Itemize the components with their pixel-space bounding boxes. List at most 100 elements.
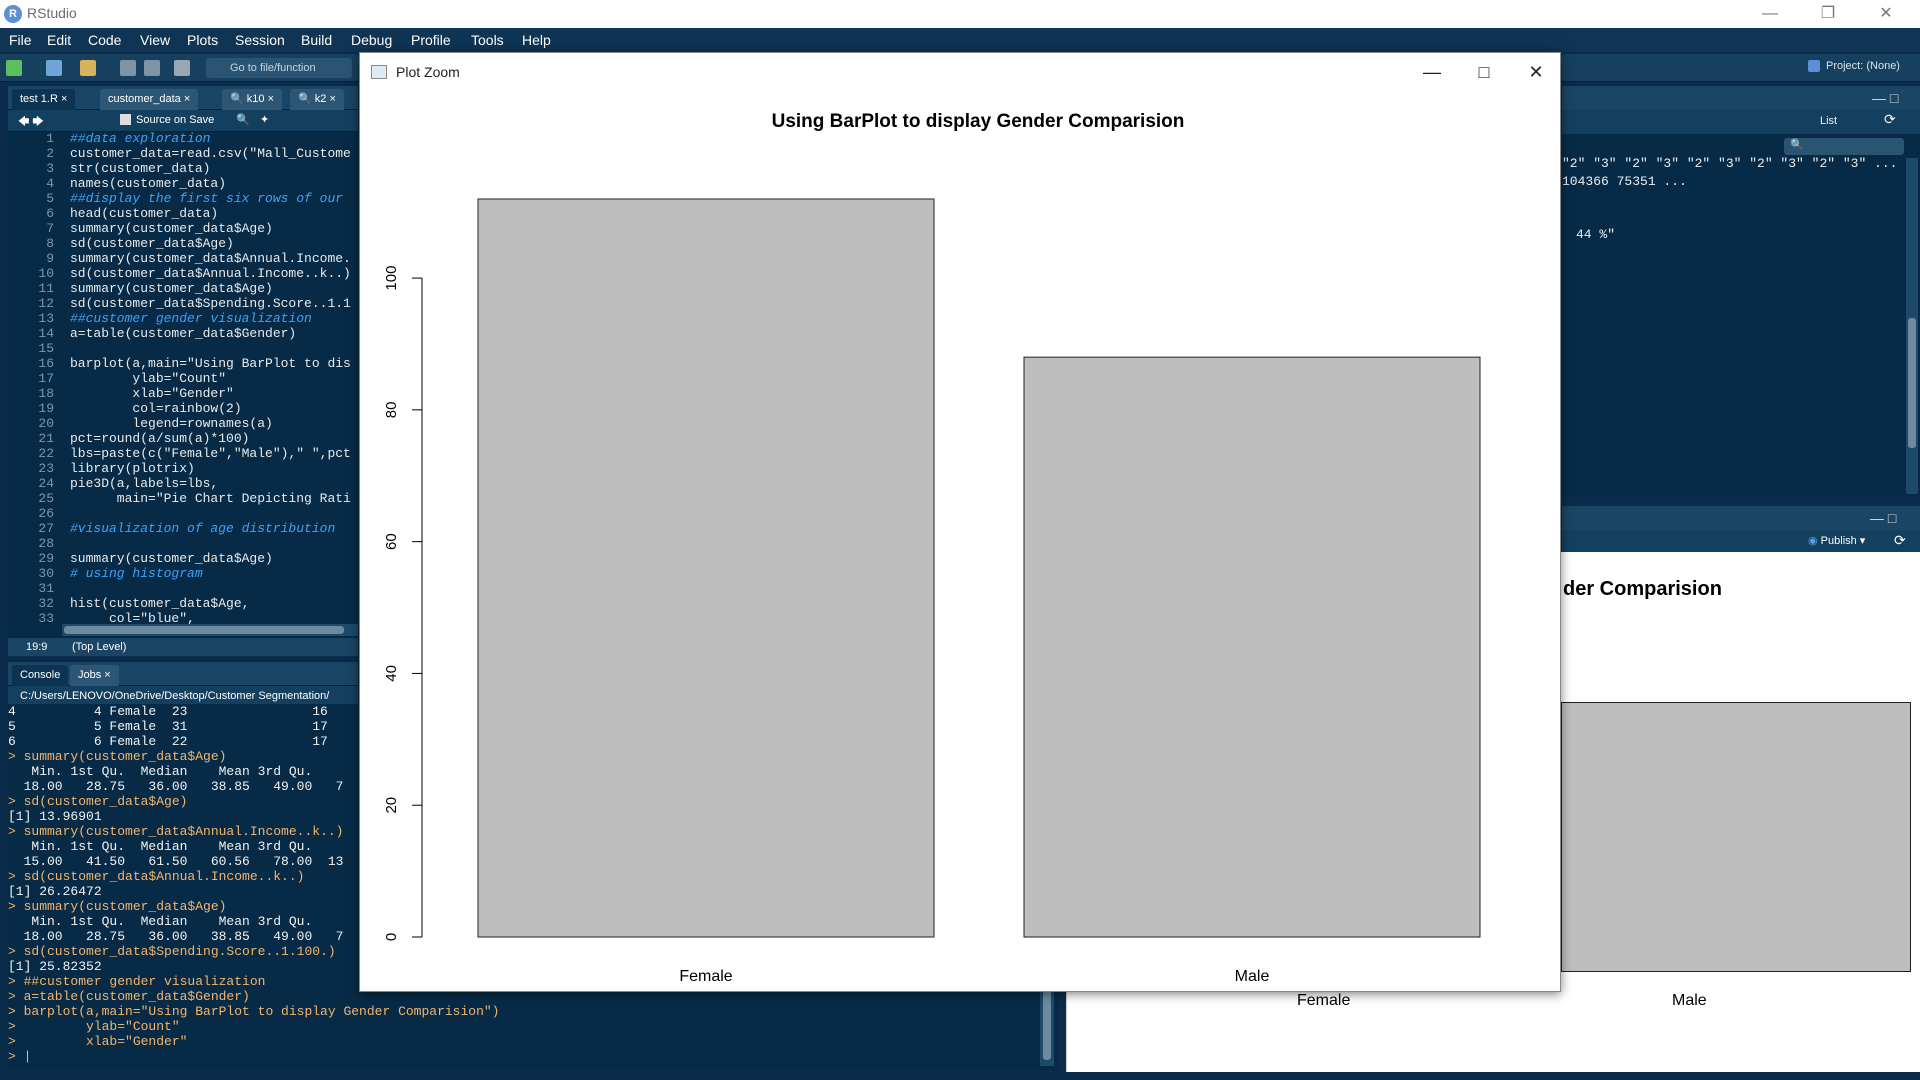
line-number: 10 bbox=[38, 266, 54, 281]
tab-k2[interactable]: 🔍 k2 × bbox=[290, 89, 344, 110]
tab-console[interactable]: Console bbox=[12, 665, 69, 686]
code-line[interactable]: 18 xlab="Gender" bbox=[8, 386, 358, 401]
save-icon[interactable] bbox=[120, 60, 136, 76]
line-number: 18 bbox=[38, 386, 54, 401]
menu-profile[interactable]: Profile bbox=[411, 32, 451, 48]
code-line[interactable]: 8 sd(customer_data$Age) bbox=[8, 236, 358, 251]
menu-build[interactable]: Build bbox=[301, 32, 332, 48]
dialog-minimize-icon[interactable]: — bbox=[1412, 59, 1452, 85]
find-icon[interactable]: 🔍 bbox=[236, 113, 250, 126]
code-line[interactable]: 31 bbox=[8, 581, 358, 596]
menu-help[interactable]: Help bbox=[522, 32, 551, 48]
code-line[interactable]: 22 lbs=paste(c("Female","Male")," ",pct bbox=[8, 446, 358, 461]
code-line[interactable]: 5 ##display the first six rows of our bbox=[8, 191, 358, 206]
close-icon[interactable]: ✕ bbox=[1868, 3, 1904, 25]
code-line[interactable]: 30 # using histogram bbox=[8, 566, 358, 581]
tab-k10[interactable]: 🔍 k10 × bbox=[222, 89, 282, 110]
tab-test1[interactable]: test 1.R × bbox=[12, 89, 76, 110]
menu-view[interactable]: View bbox=[140, 32, 170, 48]
menu-code[interactable]: Code bbox=[88, 32, 121, 48]
line-number: 33 bbox=[38, 611, 54, 625]
code-line[interactable]: 3 str(customer_data) bbox=[8, 161, 358, 176]
code-line[interactable]: 28 bbox=[8, 536, 358, 551]
print-icon[interactable] bbox=[174, 60, 190, 76]
code-line[interactable]: 26 bbox=[8, 506, 358, 521]
minimize-pane-icon[interactable]: — □ bbox=[1872, 90, 1898, 106]
maximize-pane-icon[interactable]: — □ bbox=[1870, 510, 1896, 526]
line-number: 23 bbox=[38, 461, 54, 476]
y-tick-label: 20 bbox=[383, 797, 400, 814]
goto-file-input[interactable]: Go to file/function bbox=[206, 58, 352, 78]
code-line[interactable]: 7 summary(customer_data$Age) bbox=[8, 221, 358, 236]
code-text: sd(customer_data$Spending.Score..1.1 bbox=[70, 296, 351, 311]
code-line[interactable]: 6 head(customer_data) bbox=[8, 206, 358, 221]
new-file-icon[interactable] bbox=[6, 60, 22, 76]
code-text: summary(customer_data$Age) bbox=[70, 221, 273, 236]
code-line[interactable]: 14 a=table(customer_data$Gender) bbox=[8, 326, 358, 341]
code-editor[interactable]: 1 ##data exploration 2 customer_data=read.c… bbox=[8, 131, 358, 625]
code-line[interactable]: 1 ##data exploration bbox=[8, 131, 358, 146]
code-line[interactable]: 16 barplot(a,main="Using BarPlot to dis bbox=[8, 356, 358, 371]
code-line[interactable]: 19 col=rainbow(2) bbox=[8, 401, 358, 416]
tab-customer-data[interactable]: customer_data × bbox=[100, 89, 199, 110]
minimize-icon[interactable]: — bbox=[1752, 3, 1788, 25]
code-text: pie3D(a,labels=lbs, bbox=[70, 476, 219, 491]
code-text: ylab="Count" bbox=[70, 371, 227, 386]
dialog-close-icon[interactable]: ✕ bbox=[1516, 59, 1556, 85]
publish-button[interactable]: ◉ Publish ▾ bbox=[1808, 534, 1865, 547]
env-search-input[interactable]: 🔍 bbox=[1784, 138, 1904, 155]
code-line[interactable]: 20 legend=rownames(a) bbox=[8, 416, 358, 431]
code-line[interactable]: 29 summary(customer_data$Age) bbox=[8, 551, 358, 566]
menu-plots[interactable]: Plots bbox=[187, 32, 218, 48]
code-line[interactable]: 32 hist(customer_data$Age, bbox=[8, 596, 358, 611]
code-line[interactable]: 13 ##customer gender visualization bbox=[8, 311, 358, 326]
wand-icon[interactable]: ✦ bbox=[260, 113, 269, 126]
plots-label-male: Male bbox=[1672, 992, 1707, 1009]
menu-file[interactable]: File bbox=[9, 32, 32, 48]
code-line[interactable]: 23 library(plotrix) bbox=[8, 461, 358, 476]
code-line[interactable]: 12 sd(customer_data$Spending.Score..1.1 bbox=[8, 296, 358, 311]
save-all-icon[interactable] bbox=[144, 60, 160, 76]
menu-edit[interactable]: Edit bbox=[47, 32, 71, 48]
env-vscroll[interactable] bbox=[1906, 158, 1918, 494]
console-line: > xlab="Gender" bbox=[8, 1034, 188, 1049]
code-line[interactable]: 33 col="blue", bbox=[8, 611, 358, 625]
code-text: col=rainbow(2) bbox=[70, 401, 242, 416]
menu-session[interactable]: Session bbox=[235, 32, 285, 48]
source-on-save-checkbox[interactable] bbox=[120, 114, 131, 125]
code-line[interactable]: 2 customer_data=read.csv("Mall_Custome bbox=[8, 146, 358, 161]
code-line[interactable]: 21 pct=round(a/sum(a)*100) bbox=[8, 431, 358, 446]
code-text: col="blue", bbox=[70, 611, 195, 625]
editor-statusbar: 19:9 (Top Level) bbox=[8, 638, 358, 656]
refresh-icon[interactable]: ⟳ bbox=[1884, 112, 1896, 129]
back-forward-icon[interactable]: 🡄 🡆 bbox=[18, 113, 44, 132]
code-line[interactable]: 27 #visualization of age distribution bbox=[8, 521, 358, 536]
code-text: summary(customer_data$Age) bbox=[70, 551, 273, 566]
dialog-maximize-icon[interactable]: □ bbox=[1464, 59, 1504, 85]
working-directory[interactable]: C:/Users/LENOVO/OneDrive/Desktop/Custome… bbox=[20, 690, 329, 702]
y-tick-label: 0 bbox=[383, 933, 400, 941]
menu-tools[interactable]: Tools bbox=[471, 32, 504, 48]
code-line[interactable]: 10 sd(customer_data$Annual.Income..k..) bbox=[8, 266, 358, 281]
code-line[interactable]: 17 ylab="Count" bbox=[8, 371, 358, 386]
code-line[interactable]: 4 names(customer_data) bbox=[8, 176, 358, 191]
plots-refresh-icon[interactable]: ⟳ bbox=[1894, 532, 1906, 549]
open-file-icon[interactable] bbox=[80, 60, 96, 76]
menu-debug[interactable]: Debug bbox=[351, 32, 392, 48]
code-text: names(customer_data) bbox=[70, 176, 227, 191]
plots-title-fragment: der Comparision bbox=[1563, 578, 1722, 600]
bar-male bbox=[1023, 356, 1481, 938]
code-line[interactable]: 11 summary(customer_data$Age) bbox=[8, 281, 358, 296]
scope-selector[interactable]: (Top Level) bbox=[72, 638, 126, 656]
new-project-icon[interactable] bbox=[46, 60, 62, 76]
restore-icon[interactable]: ❐ bbox=[1810, 3, 1846, 25]
view-mode-select[interactable]: List bbox=[1820, 115, 1837, 127]
tab-jobs[interactable]: Jobs × bbox=[70, 665, 119, 686]
code-text: legend=rownames(a) bbox=[70, 416, 273, 431]
editor-hscroll[interactable] bbox=[62, 624, 358, 636]
code-line[interactable]: 9 summary(customer_data$Annual.Income. bbox=[8, 251, 358, 266]
project-menu[interactable]: Project: (None) bbox=[1826, 60, 1900, 72]
code-line[interactable]: 25 main="Pie Chart Depicting Rati bbox=[8, 491, 358, 506]
code-line[interactable]: 24 pie3D(a,labels=lbs, bbox=[8, 476, 358, 491]
code-line[interactable]: 15 bbox=[8, 341, 358, 356]
